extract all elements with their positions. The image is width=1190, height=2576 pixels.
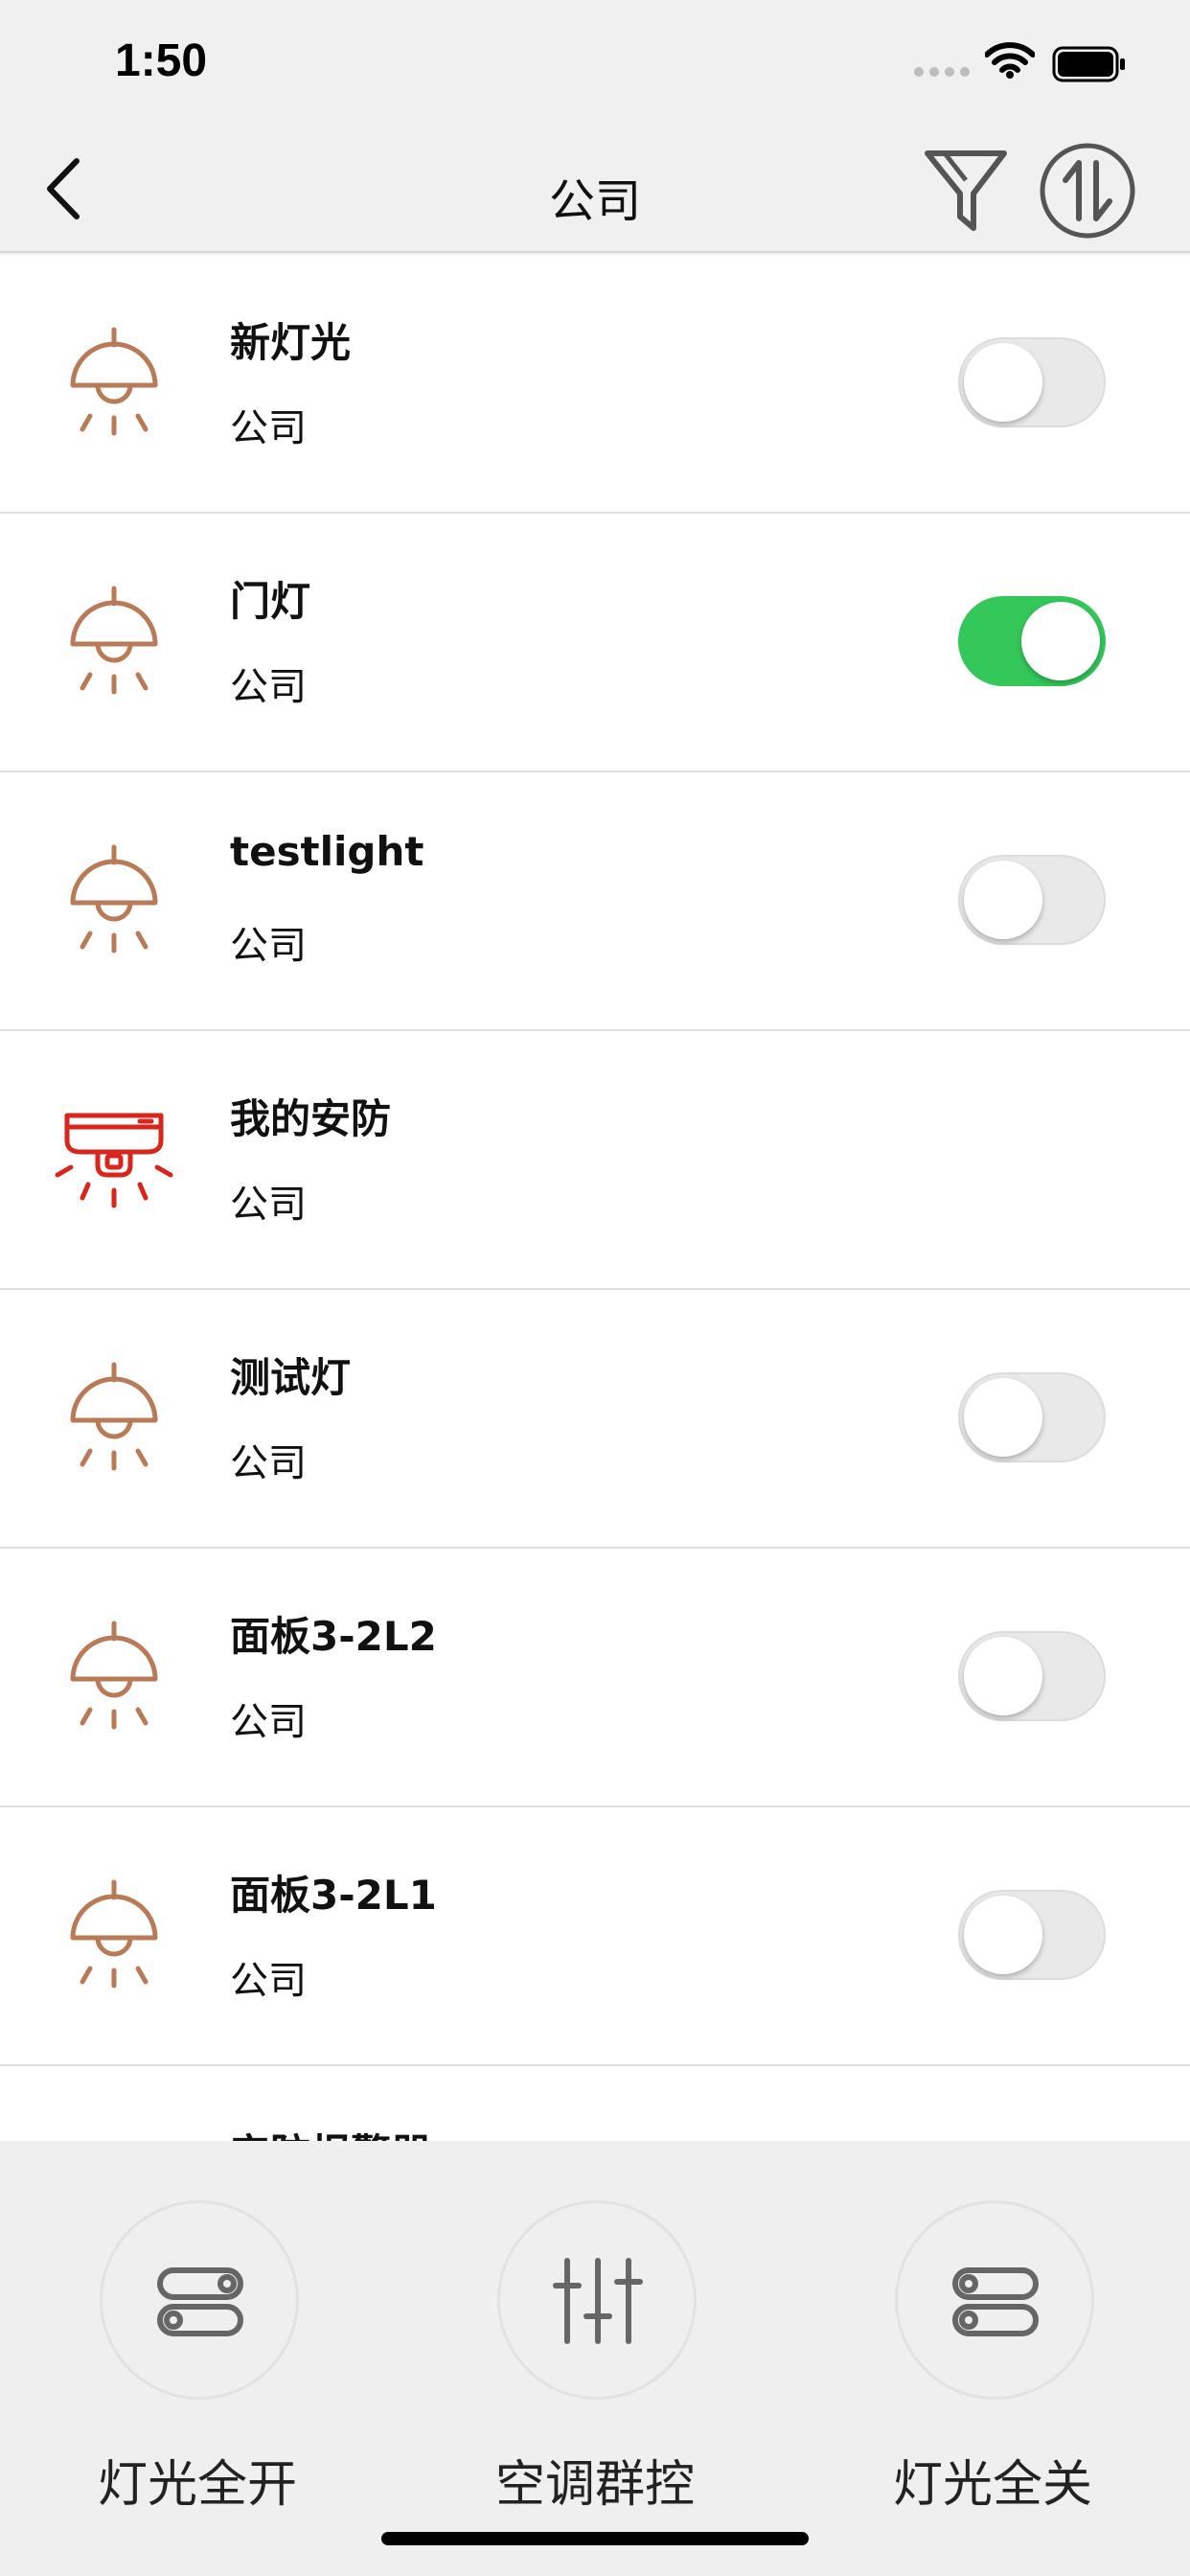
device-row[interactable]: testlight 公司 <box>0 772 1190 1031</box>
device-row[interactable]: 我的安防 公司 <box>0 1031 1190 1290</box>
security-camera-icon <box>52 2133 176 2141</box>
all-lights-off-button[interactable]: 灯光全关 <box>849 2200 1136 2526</box>
ceiling-lamp-icon <box>70 1362 158 1471</box>
toggle-knob <box>964 1896 1042 1974</box>
device-name: 新灯光 <box>230 319 352 366</box>
action-label: 空调群控 <box>494 2456 695 2514</box>
sliders-icon <box>553 2258 643 2344</box>
device-name: testlight <box>230 828 424 875</box>
action-circle <box>100 2200 299 2400</box>
device-power-toggle[interactable] <box>958 596 1106 686</box>
ceiling-lamp-icon <box>70 1879 158 1989</box>
action-label: 灯光全关 <box>892 2456 1092 2514</box>
device-room: 公司 <box>230 1441 307 1485</box>
device-row[interactable]: 新灯光 公司 <box>0 255 1190 514</box>
switches-icon <box>952 2267 1039 2336</box>
action-circle <box>497 2200 697 2400</box>
device-name: 安防报警器 <box>230 2122 431 2141</box>
device-row[interactable]: 门灯 公司 <box>0 514 1190 772</box>
ceiling-lamp-icon <box>70 327 158 436</box>
switches-icon <box>157 2267 243 2336</box>
battery-icon <box>1052 46 1125 82</box>
device-room: 公司 <box>230 406 307 450</box>
ceiling-lamp-icon <box>70 586 158 695</box>
device-row[interactable]: 测试灯 公司 <box>0 1290 1190 1549</box>
status-bar: 1:50 <box>0 0 1190 126</box>
toggle-knob <box>964 861 1042 939</box>
sort-arrows-icon[interactable] <box>1039 142 1136 240</box>
bottom-action-bar: 灯光全开 空调群控 灯光全关 <box>0 2141 1190 2576</box>
security-camera-icon <box>55 1113 173 1208</box>
status-time: 1:50 <box>115 35 208 86</box>
device-list: 新灯光 公司 门灯 公司 testlight 公司 我的安防 公司 测试灯 公司… <box>0 255 1190 2141</box>
toggle-knob <box>1021 602 1100 680</box>
toggle-knob <box>964 1378 1042 1457</box>
device-room: 公司 <box>230 1183 307 1227</box>
device-power-toggle[interactable] <box>958 855 1106 945</box>
device-room: 公司 <box>230 1959 307 2003</box>
ceiling-lamp-icon <box>70 844 158 954</box>
device-room: 公司 <box>230 1700 307 1744</box>
filter-funnel-icon[interactable] <box>920 144 1012 236</box>
toggle-knob <box>964 1637 1042 1715</box>
device-power-toggle[interactable] <box>958 1890 1106 1980</box>
device-room: 公司 <box>230 924 307 968</box>
device-name: 面板3-2L1 <box>230 1872 437 1919</box>
device-name: 门灯 <box>230 578 311 625</box>
ceiling-lamp-icon <box>70 1621 158 1730</box>
action-circle <box>895 2200 1094 2400</box>
device-power-toggle[interactable] <box>958 1631 1106 1721</box>
toggle-knob <box>964 343 1042 422</box>
device-room: 公司 <box>230 665 307 709</box>
ac-group-control-button[interactable]: 空调群控 <box>451 2200 739 2526</box>
device-row[interactable]: 面板3-2L2 公司 <box>0 1549 1190 1807</box>
device-power-toggle[interactable] <box>958 1372 1106 1462</box>
all-lights-on-button[interactable]: 灯光全开 <box>54 2200 341 2526</box>
device-name: 我的安防 <box>230 1095 392 1142</box>
navigation-bar: 公司 <box>0 126 1190 253</box>
action-label: 灯光全开 <box>97 2456 297 2514</box>
device-name: 测试灯 <box>230 1354 352 1401</box>
home-indicator <box>381 2532 809 2545</box>
device-row[interactable]: 面板3-2L1 公司 <box>0 1807 1190 2066</box>
device-power-toggle[interactable] <box>958 337 1106 427</box>
device-row[interactable]: 安防报警器 公司 <box>0 2066 1190 2141</box>
wifi-icon <box>985 42 1035 79</box>
cellular-signal-icon <box>914 67 970 77</box>
device-name: 面板3-2L2 <box>230 1613 437 1660</box>
